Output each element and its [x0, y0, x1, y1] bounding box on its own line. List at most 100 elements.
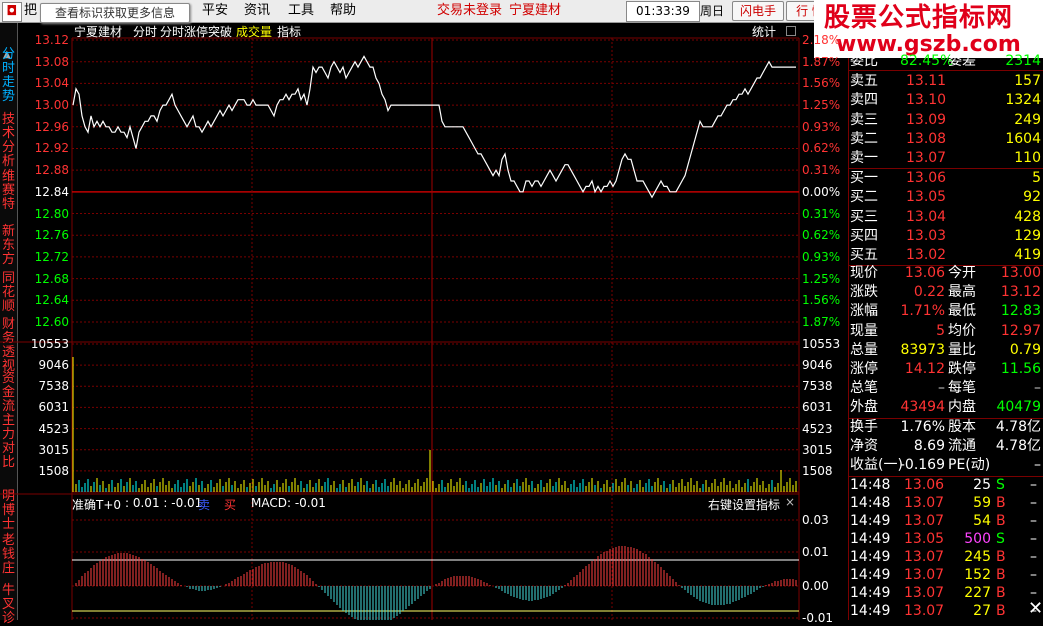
stat-value: 14.12 [904, 361, 945, 377]
tick-price: 13.07 [904, 567, 945, 583]
stat-row: 总笔 – 每笔 – [848, 379, 1043, 398]
tick-side: B [996, 585, 1006, 601]
tick-side: B [996, 549, 1006, 565]
ask-price: 13.10 [906, 92, 947, 109]
ask-label: 卖二 [850, 130, 878, 147]
stat-value-2: 13.00 [1000, 265, 1041, 281]
pct-tick-label: 0.31% [802, 163, 841, 178]
fund-value-2: 4.78亿 [995, 438, 1041, 455]
bid-label: 买五 [850, 247, 878, 264]
fund-row: 净资 8.69 流通 4.78亿 [848, 437, 1043, 456]
macd-buy-label: 买 [224, 498, 237, 512]
bid-volume: 92 [1023, 189, 1041, 206]
bid-price: 13.03 [906, 227, 947, 244]
stat-value: 83973 [900, 341, 945, 358]
ratio-label: 委比 [850, 53, 878, 69]
ask-row: 卖一 13.07 110 [848, 149, 1043, 168]
macd-tick-label: 0.03 [802, 513, 829, 527]
stat-label: 涨幅 [850, 303, 878, 320]
diff-value: 2314 [1005, 53, 1041, 69]
price-tick-label: 12.72 [34, 249, 69, 264]
tick-side: B [996, 513, 1006, 529]
tick-side: B [996, 567, 1006, 583]
pct-tick-label: 1.56% [802, 293, 841, 308]
stat-row: 现量 5 均价 12.97 [848, 322, 1043, 341]
pct-tick-label: 0.31% [802, 206, 841, 221]
stat-label-2: 最低 [948, 303, 976, 320]
macd-tick-label: -0.01 [802, 611, 834, 625]
stat-value-2: 40479 [996, 399, 1041, 416]
price-tick-label: 12.96 [34, 119, 69, 134]
stat-label: 涨停 [850, 361, 878, 377]
tick-time: 14:49 [850, 549, 891, 565]
volume-tick-label: 6031 [38, 400, 69, 415]
pct-tick-label: 0.62% [802, 141, 841, 156]
stat-value-2: 12.83 [1000, 303, 1041, 320]
ask-price: 13.09 [906, 111, 947, 128]
volume-tick-label-right: 1508 [802, 463, 833, 478]
price-tick-label: 12.60 [34, 315, 69, 329]
tick-row: 14:48 13.06 25 S – [848, 476, 1043, 495]
tick-dash: – [1030, 513, 1037, 529]
ask-price: 13.11 [906, 73, 947, 89]
volume-tick-label-right: 3015 [802, 442, 833, 457]
ask-label: 卖三 [850, 111, 878, 128]
stat-value-2: 13.12 [1000, 284, 1041, 301]
close-icon[interactable]: × [785, 495, 795, 509]
pct-tick-label: 2.18% [802, 33, 841, 47]
pct-tick-label: 0.62% [802, 228, 841, 243]
tick-time: 14:49 [850, 603, 891, 619]
stat-label-2: 内盘 [948, 399, 976, 416]
pct-tick-label: 1.87% [802, 54, 841, 69]
stat-row: 总量 83973 量比 0.79 [848, 341, 1043, 360]
tick-volume: 54 [973, 513, 991, 529]
macd-sell-label: 卖 [198, 498, 211, 512]
volume-tick-label: 7538 [38, 379, 69, 394]
macd-indicator-values: : 0.01 : -0.01 [125, 496, 203, 510]
price-tick-label: 12.92 [34, 141, 69, 156]
price-tick-label: 13.04 [34, 76, 69, 91]
macd-indicator-name: 准确T+0 [72, 498, 122, 512]
pct-tick-label: 1.56% [802, 76, 841, 91]
bid-price: 13.02 [906, 247, 947, 264]
volume-tick-label-right: 6031 [802, 400, 833, 415]
tick-side: B [996, 603, 1006, 619]
pct-tick-label: 1.25% [802, 271, 841, 286]
bid-label: 买三 [850, 208, 878, 225]
tick-row: 14:49 13.07 27 B – [848, 602, 1043, 621]
stat-label: 现量 [850, 322, 878, 339]
tick-price: 13.07 [904, 549, 945, 565]
macd-tick-label: 0.00 [802, 579, 829, 593]
tick-dash: – [1030, 531, 1037, 547]
fund-label: 收益(一) [850, 457, 903, 474]
bid-price: 13.06 [906, 170, 947, 186]
fund-label-2: PE(动) [948, 457, 991, 474]
tick-volume: 245 [964, 549, 991, 565]
indicator-settings-hint[interactable]: 右键设置指标 [708, 496, 780, 513]
tick-time: 14:49 [850, 531, 891, 547]
tick-dash: – [1030, 477, 1037, 493]
panel-close-icon[interactable]: ✕ [1028, 598, 1043, 619]
stat-value: 5 [936, 322, 945, 339]
stat-row: 外盘 43494 内盘 40479 [848, 398, 1043, 417]
bid-label: 买二 [850, 189, 878, 206]
stat-label-2: 每笔 [948, 380, 976, 397]
bid-price: 13.05 [906, 189, 947, 206]
bid-row: 买一 13.06 5 [848, 169, 1043, 188]
tick-price: 13.06 [904, 477, 945, 493]
price-tick-label: 12.64 [34, 293, 69, 308]
stat-label: 总量 [850, 341, 878, 358]
stat-label: 外盘 [850, 399, 878, 416]
macd-value: MACD: -0.01 [251, 496, 326, 510]
tick-price: 13.07 [904, 495, 945, 511]
stat-value-2: – [1034, 380, 1041, 397]
tick-volume: 59 [973, 495, 991, 511]
tick-price: 13.07 [904, 603, 945, 619]
volume-tick-label-right: 9046 [802, 358, 833, 373]
stat-row: 涨停 14.12 跌停 11.56 [848, 360, 1043, 379]
stat-value: 43494 [900, 399, 945, 416]
tick-side: S [996, 531, 1005, 547]
tick-volume: 152 [964, 567, 991, 583]
tick-time: 14:48 [850, 477, 891, 493]
stat-label-2: 今开 [948, 265, 976, 281]
